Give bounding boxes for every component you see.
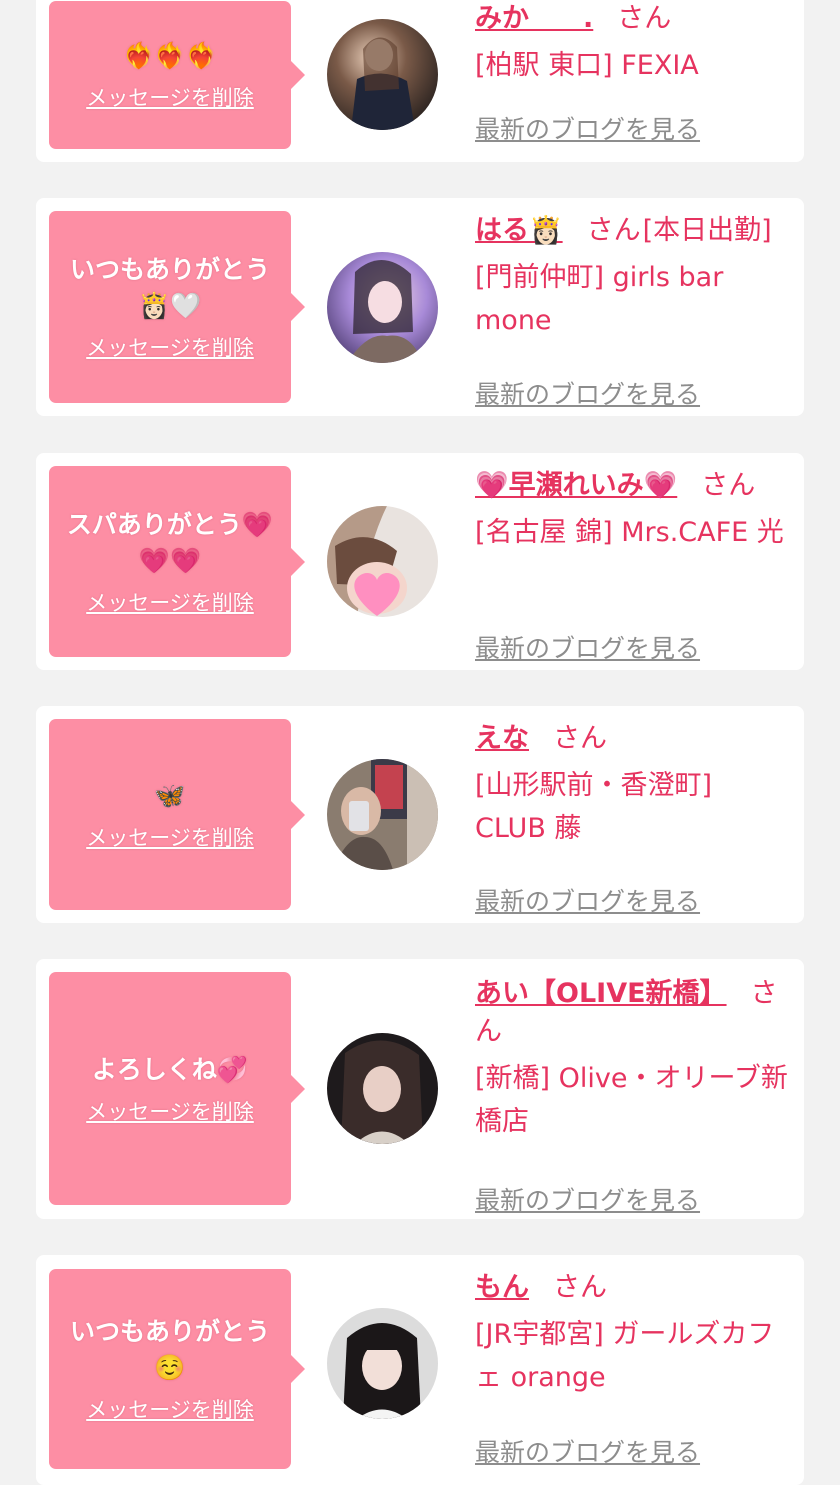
girl-info: えな さん [山形駅前・香澄町] CLUB 藤 最新のブログを見る bbox=[475, 720, 788, 916]
latest-blog-link[interactable]: 最新のブログを見る bbox=[475, 1433, 700, 1469]
girl-info: はる👸🏻 さん[本日出勤] [門前仲町] girls bar mone 最新のブロ… bbox=[475, 212, 788, 409]
message-bubble: スパありがとう💗💗💗 メッセージを削除 bbox=[49, 466, 305, 657]
avatar[interactable] bbox=[327, 759, 438, 870]
message-card: いつもありがとう👸🏻🤍 メッセージを削除 はる👸🏻 さん[本日出勤] [門前仲町… bbox=[36, 198, 804, 416]
message-text: いつもありがとう👸🏻🤍 bbox=[69, 255, 270, 320]
message-bubble: ❤️‍🔥❤️‍🔥❤️‍🔥 メッセージを削除 bbox=[49, 1, 305, 149]
avatar-photo-icon bbox=[327, 252, 438, 363]
message-text: ❤️‍🔥❤️‍🔥❤️‍🔥 bbox=[123, 41, 217, 70]
shop-name: [名古屋 錦] Mrs.CAFE 光 bbox=[475, 517, 784, 548]
avatar[interactable] bbox=[327, 19, 438, 130]
san-label: さん bbox=[586, 215, 641, 246]
message-card: ❤️‍🔥❤️‍🔥❤️‍🔥 メッセージを削除 みか . bbox=[36, 0, 804, 162]
name-line: あい【OLIVE新橋】 さん bbox=[475, 975, 788, 1051]
message-text: よろしくね💞 bbox=[91, 1054, 249, 1084]
san-label: さん bbox=[553, 723, 607, 754]
delete-message-link[interactable]: メッセージを削除 bbox=[86, 332, 254, 362]
san-label: さん bbox=[553, 1272, 607, 1303]
message-bubble: いつもありがとう☺️ メッセージを削除 bbox=[49, 1269, 305, 1469]
avatar-photo-icon bbox=[327, 759, 438, 870]
shop-name: [門前仲町] girls bar mone bbox=[475, 262, 724, 336]
name-suffix: [本日出勤] bbox=[642, 215, 772, 246]
avatar[interactable] bbox=[327, 1308, 438, 1419]
avatar[interactable] bbox=[327, 1033, 438, 1144]
delete-message-link[interactable]: メッセージを削除 bbox=[86, 587, 254, 617]
name-line: みか . さん bbox=[475, 0, 788, 38]
girl-name-link[interactable]: 💗早瀬れいみ💗 bbox=[475, 470, 677, 501]
shop-name: [新橋] Olive・オリーブ新橋店 bbox=[475, 1063, 788, 1137]
avatar-photo-icon bbox=[327, 19, 438, 130]
message-card: いつもありがとう☺️ メッセージを削除 もん さん [JR宇都宮] ガールズカフェ… bbox=[36, 1255, 804, 1485]
avatar-photo-icon bbox=[327, 1033, 438, 1144]
message-text: スパありがとう💗💗💗 bbox=[66, 509, 274, 575]
name-line: はる👸🏻 さん[本日出勤] bbox=[475, 212, 788, 250]
name-line: えな さん bbox=[475, 720, 788, 758]
latest-blog-link[interactable]: 最新のブログを見る bbox=[475, 882, 700, 918]
delete-message-link[interactable]: メッセージを削除 bbox=[86, 82, 254, 112]
name-line: もん さん bbox=[475, 1269, 788, 1307]
girl-name-link[interactable]: えな bbox=[475, 723, 529, 754]
message-text: いつもありがとう☺️ bbox=[69, 1317, 270, 1382]
shop-name: [柏駅 東口] FEXIA bbox=[475, 50, 699, 81]
girl-name-link[interactable]: あい【OLIVE新橋】 bbox=[475, 978, 727, 1009]
message-bubble: よろしくね💞 メッセージを削除 bbox=[49, 972, 305, 1205]
shop-name: [JR宇都宮] ガールズカフェ orange bbox=[475, 1319, 775, 1393]
girl-info: みか . さん [柏駅 東口] FEXIA 最新のブログを見る bbox=[475, 0, 788, 144]
avatar-photo-icon bbox=[327, 506, 438, 617]
avatar[interactable] bbox=[327, 506, 438, 617]
girl-name-link[interactable]: みか . bbox=[475, 3, 593, 34]
shop-name: [山形駅前・香澄町] CLUB 藤 bbox=[475, 770, 713, 844]
delete-message-link[interactable]: メッセージを削除 bbox=[86, 1096, 254, 1126]
delete-message-link[interactable]: メッセージを削除 bbox=[86, 1394, 254, 1424]
girl-info: あい【OLIVE新橋】 さん [新橋] Olive・オリーブ新橋店 最新のブログを… bbox=[475, 975, 788, 1215]
girl-info: もん さん [JR宇都宮] ガールズカフェ orange 最新のブログを見る bbox=[475, 1269, 788, 1467]
girl-info: 💗早瀬れいみ💗 さん [名古屋 錦] Mrs.CAFE 光 最新のブログを見る bbox=[475, 467, 788, 663]
message-list: ❤️‍🔥❤️‍🔥❤️‍🔥 メッセージを削除 みか . bbox=[0, 0, 840, 1485]
message-card: 🦋 メッセージを削除 えな さん [山形駅前・香澄町] CLUB 藤 最新のブログ… bbox=[36, 706, 804, 923]
latest-blog-link[interactable]: 最新のブログを見る bbox=[475, 375, 700, 411]
message-card: スパありがとう💗💗💗 メッセージを削除 💗早瀬れいみ💗 さん [名古屋 錦] Mr… bbox=[36, 453, 804, 670]
latest-blog-link[interactable]: 最新のブログを見る bbox=[475, 1181, 700, 1217]
avatar-photo-icon bbox=[327, 1308, 438, 1419]
message-bubble: いつもありがとう👸🏻🤍 メッセージを削除 bbox=[49, 211, 305, 403]
message-card: よろしくね💞 メッセージを削除 あい【OLIVE新橋】 さん [新橋] Olive… bbox=[36, 959, 804, 1219]
san-label: さん bbox=[617, 3, 672, 34]
avatar[interactable] bbox=[327, 252, 438, 363]
latest-blog-link[interactable]: 最新のブログを見る bbox=[475, 629, 700, 665]
name-line: 💗早瀬れいみ💗 さん bbox=[475, 467, 788, 505]
message-bubble: 🦋 メッセージを削除 bbox=[49, 719, 305, 910]
girl-name-link[interactable]: はる👸🏻 bbox=[475, 215, 563, 246]
san-label: さん bbox=[701, 470, 756, 501]
message-text: 🦋 bbox=[154, 780, 186, 810]
delete-message-link[interactable]: メッセージを削除 bbox=[86, 822, 254, 852]
latest-blog-link[interactable]: 最新のブログを見る bbox=[475, 110, 700, 146]
girl-name-link[interactable]: もん bbox=[475, 1272, 529, 1303]
